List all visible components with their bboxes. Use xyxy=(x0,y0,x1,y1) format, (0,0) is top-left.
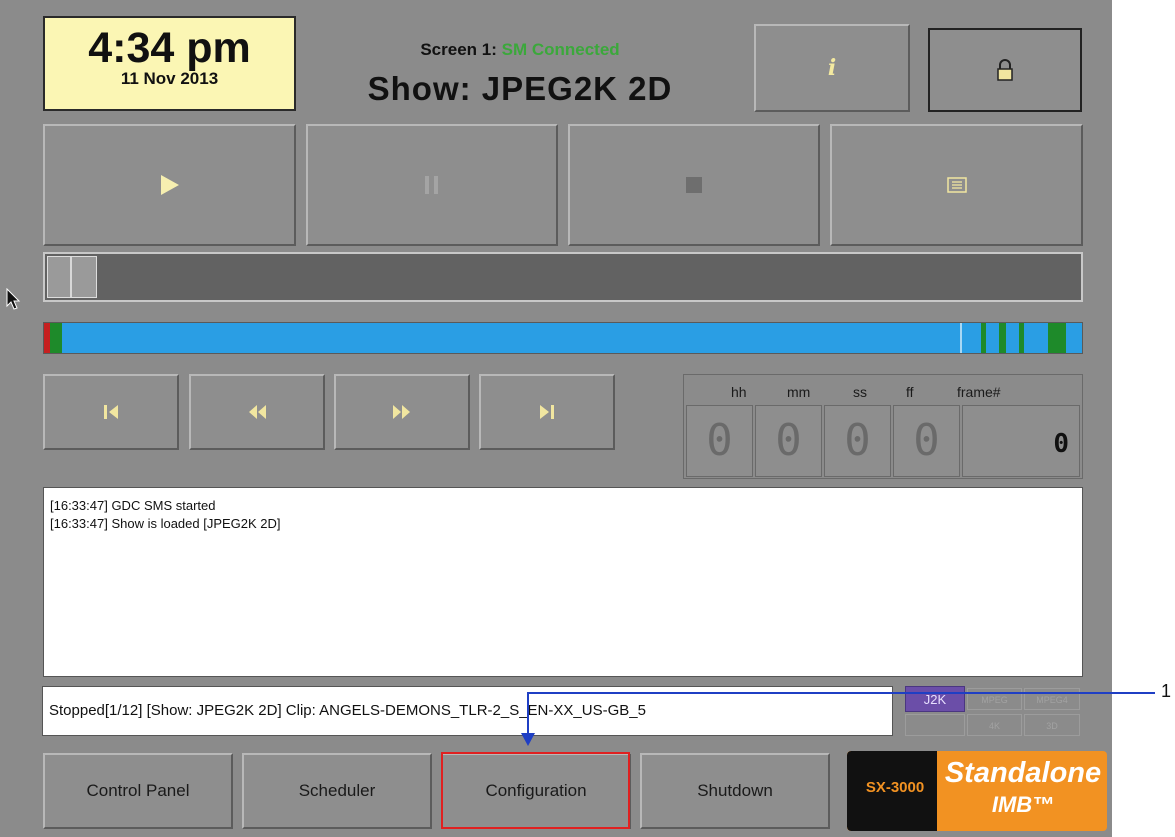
brand-subname: IMB™ xyxy=(991,792,1055,817)
timecode-seconds: 0 xyxy=(824,405,891,477)
format-badge-4k: 4K xyxy=(967,714,1022,736)
screen-label: Screen 1: xyxy=(420,40,497,59)
playlist-button[interactable] xyxy=(830,124,1083,246)
skip-to-start-button[interactable] xyxy=(43,374,179,450)
screen-status-line: Screen 1: SM Connected xyxy=(330,40,710,60)
timecode-frame-number: 0 xyxy=(962,405,1080,477)
timecode-minutes-digit: 0 xyxy=(775,415,802,466)
configuration-highlight xyxy=(441,752,630,829)
format-badge-mpeg: MPEG xyxy=(967,688,1022,710)
info-button[interactable]: i xyxy=(754,24,910,112)
stop-button[interactable] xyxy=(568,124,820,246)
skip-to-end-icon xyxy=(540,405,554,419)
fast-forward-button[interactable] xyxy=(334,374,470,450)
control-panel-button[interactable]: Control Panel xyxy=(43,753,233,829)
lock-button[interactable] xyxy=(928,28,1082,112)
timecode-header-mm: mm xyxy=(787,384,811,400)
stop-icon xyxy=(686,177,702,193)
rewind-button[interactable] xyxy=(189,374,325,450)
event-log: [16:33:47] GDC SMS started [16:33:47] Sh… xyxy=(43,487,1083,677)
callout-number: 1 xyxy=(1161,681,1172,701)
frame-number-value: 0 xyxy=(1053,429,1069,459)
show-title: Show: JPEG2K 2D xyxy=(367,70,673,107)
timeline-marker xyxy=(50,323,62,353)
playback-status-bar: Stopped[1/12] [Show: JPEG2K 2D] Clip: AN… xyxy=(42,686,893,736)
timecode-header-frame: frame# xyxy=(957,384,1001,400)
pause-icon xyxy=(425,176,438,194)
fast-forward-icon xyxy=(393,405,410,419)
skip-to-end-button[interactable] xyxy=(479,374,615,450)
timecode-hours-digit: 0 xyxy=(706,415,733,466)
pause-button[interactable] xyxy=(306,124,558,246)
slider-handle[interactable] xyxy=(47,256,97,298)
main-panel: 4:34 pm 11 Nov 2013 Screen 1: SM Connect… xyxy=(0,0,1112,837)
brand-model: SX-3000 xyxy=(865,779,925,796)
play-icon xyxy=(160,175,179,195)
timecode-frames: 0 xyxy=(893,405,960,477)
timecode-header-hh: hh xyxy=(731,384,747,400)
brand-logo: SX-3000 Standalone IMB™ xyxy=(847,751,1107,831)
timecode-hours: 0 xyxy=(686,405,753,477)
position-slider[interactable] xyxy=(43,252,1083,302)
timecode-header-ff: ff xyxy=(906,384,914,400)
format-badge-j2k: J2K xyxy=(905,686,965,712)
log-line: [16:33:47] Show is loaded [JPEG2K 2D] xyxy=(50,516,281,531)
play-button[interactable] xyxy=(43,124,296,246)
clip-timeline[interactable] xyxy=(43,322,1083,354)
playlist-icon xyxy=(946,177,967,193)
format-badge-3d: 3D xyxy=(1024,714,1080,736)
clock-display: 4:34 pm 11 Nov 2013 xyxy=(43,16,296,111)
timecode-seconds-digit: 0 xyxy=(844,415,871,466)
lock-icon xyxy=(997,59,1013,81)
connection-status: SM Connected xyxy=(501,40,620,59)
timecode-display: hh mm ss ff frame# 0 0 0 0 0 xyxy=(683,374,1083,479)
rewind-icon xyxy=(249,405,266,419)
timecode-minutes: 0 xyxy=(755,405,822,477)
brand-name: Standalone xyxy=(944,757,1102,789)
timecode-frames-digit: 0 xyxy=(913,415,940,466)
clock-time: 4:34 pm xyxy=(88,24,251,72)
mouse-cursor-icon xyxy=(6,288,21,310)
shutdown-button[interactable]: Shutdown xyxy=(640,753,830,829)
log-line: [16:33:47] GDC SMS started xyxy=(50,498,216,513)
format-badge-blank xyxy=(905,714,965,736)
clock-date: 11 Nov 2013 xyxy=(120,69,219,88)
format-badge-mpeg4: MPEG4 xyxy=(1024,688,1080,710)
skip-to-start-icon xyxy=(104,405,118,419)
timecode-header: hh mm ss ff frame# xyxy=(684,375,1082,405)
scheduler-button[interactable]: Scheduler xyxy=(242,753,432,829)
timecode-header-ss: ss xyxy=(853,384,867,400)
info-icon: i xyxy=(827,55,837,81)
